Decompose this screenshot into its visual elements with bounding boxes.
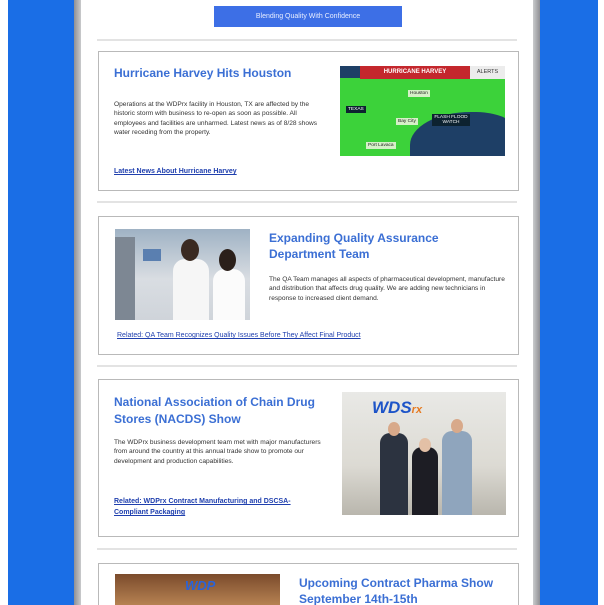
map-alerts-label: ALERTS [470, 66, 505, 79]
map-label-flood-watch: FLASH FLOOD WATCH [432, 114, 470, 126]
map-banner: HURRICANE HARVEY [360, 66, 470, 79]
person-head [451, 419, 463, 433]
right-page-shadow [533, 0, 540, 605]
article-title[interactable]: Expanding Quality Assurance Department T… [269, 230, 499, 262]
wdsrx-logo: WDSrx [372, 398, 422, 418]
scientist-coat [173, 259, 209, 320]
scientist-head [181, 239, 199, 261]
article-link[interactable]: Related: QA Team Recognizes Quality Issu… [117, 332, 512, 339]
divider [97, 365, 517, 367]
right-background-panel [540, 0, 598, 605]
person-figure [380, 433, 408, 515]
person-figure [442, 431, 472, 515]
article-title[interactable]: National Association of Chain Drug Store… [114, 394, 334, 428]
email-viewport: Blending Quality With Confidence Hurrica… [0, 0, 604, 605]
trade-show-photo-image[interactable]: WDSrx [342, 392, 506, 515]
logo-text: WDS [372, 398, 412, 417]
article-title[interactable]: Hurricane Harvey Hits Houston [114, 66, 329, 81]
left-page-shadow [74, 0, 81, 605]
article-card-nacds: National Association of Chain Drug Store… [98, 379, 519, 537]
lab-monitor [143, 249, 161, 261]
article-body: The WDPrx business development team met … [114, 439, 321, 465]
article-link[interactable]: Latest News About Hurricane Harvey [114, 168, 334, 175]
article-link[interactable]: Related: WDPrx Contract Manufacturing an… [114, 496, 314, 518]
person-figure [412, 447, 438, 515]
scientist-coat [213, 269, 245, 320]
wdp-logo: WDP [185, 578, 216, 593]
article-body: The QA Team manages all aspects of pharm… [269, 276, 505, 302]
hurricane-map-image[interactable]: HURRICANE HARVEY ALERTS TEXAS Houston Ba… [340, 66, 505, 156]
divider [97, 548, 517, 550]
map-label-port-lavaca: Port Lavaca [366, 142, 396, 149]
map-label-texas: TEXAS [346, 106, 366, 113]
article-card-qa-team: Expanding Quality Assurance Department T… [98, 216, 519, 355]
lab-shelf [115, 237, 135, 320]
divider [97, 39, 517, 41]
article-body: Operations at the WDPrx facility in Hous… [114, 101, 318, 137]
article-card-contract-pharma: WDP Upcoming Contract Pharma Show Septem… [98, 563, 519, 605]
person-head [388, 422, 400, 436]
newsletter-page: Blending Quality With Confidence Hurrica… [81, 0, 533, 605]
logo-suffix: rx [411, 404, 423, 416]
contract-pharma-photo-image[interactable]: WDP [115, 574, 280, 605]
map-label-houston: Houston [408, 90, 430, 97]
article-title[interactable]: Upcoming Contract Pharma Show September … [299, 575, 509, 605]
left-background-panel [8, 0, 74, 605]
person-head [419, 438, 431, 452]
tagline-button[interactable]: Blending Quality With Confidence [214, 6, 402, 27]
divider [97, 201, 517, 203]
lab-photo-image[interactable] [115, 229, 250, 320]
map-label-bay-city: Bay City [396, 118, 418, 125]
scientist-head [219, 249, 236, 271]
article-card-harvey: Hurricane Harvey Hits Houston Operations… [98, 51, 519, 191]
